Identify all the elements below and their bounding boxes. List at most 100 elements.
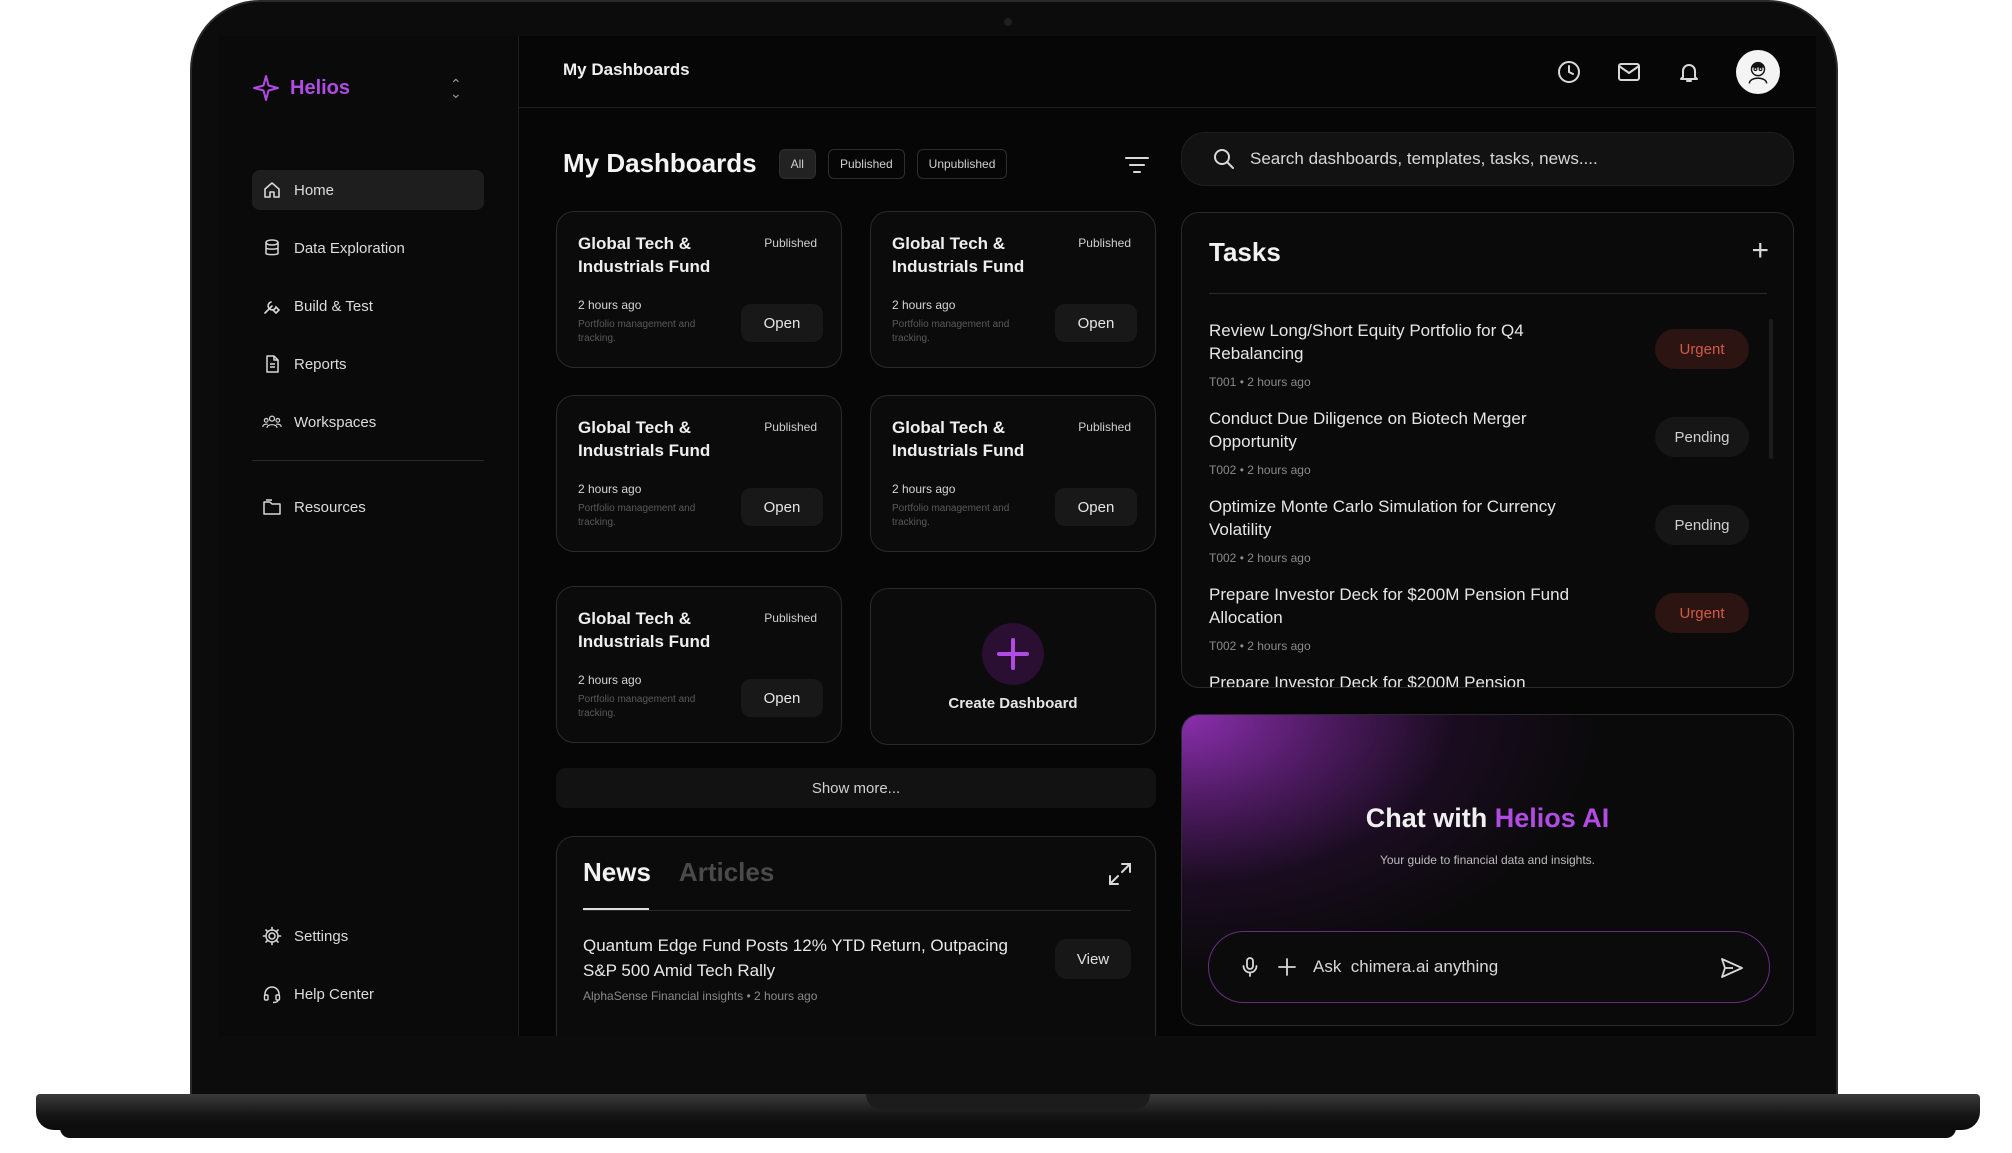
card-title: Global Tech & Industrials Fund xyxy=(578,418,711,460)
tab-news[interactable]: News xyxy=(583,857,651,904)
avatar[interactable] xyxy=(1736,50,1780,94)
gear-icon xyxy=(262,926,282,946)
dashboard-card[interactable]: Global Tech & Industrials Fund Published… xyxy=(556,211,842,368)
task-time: 2 hours ago xyxy=(1247,375,1311,389)
status-badge: Pending xyxy=(1655,505,1749,545)
dashboard-card[interactable]: Global Tech & Industrials Fund Published… xyxy=(870,395,1156,552)
chat-title-prefix: Chat with xyxy=(1365,803,1488,833)
dashboards-header: My Dashboards All Published Unpublished xyxy=(563,148,1008,179)
sidebar-item-data-exploration[interactable]: Data Exploration xyxy=(252,228,484,268)
filter-unpublished[interactable]: Unpublished xyxy=(916,148,1008,179)
card-description: Portfolio management and tracking. xyxy=(578,319,696,344)
laptop-base-lip xyxy=(60,1128,1956,1138)
chat-title-accent: Helios AI xyxy=(1494,803,1610,833)
sidebar-bottom: Settings Help Center xyxy=(252,916,484,1032)
brand[interactable]: Helios xyxy=(252,74,350,102)
sidebar-item-label: Resources xyxy=(294,498,366,516)
open-button[interactable]: Open xyxy=(1055,488,1137,526)
create-dashboard-card[interactable]: Create Dashboard xyxy=(870,588,1156,745)
card-title: Global Tech & Industrials Fund xyxy=(892,418,1025,460)
expand-icon[interactable] xyxy=(1107,861,1133,887)
sidebar-item-label: Help Center xyxy=(294,985,375,1003)
mail-icon[interactable] xyxy=(1616,59,1642,85)
headset-icon xyxy=(263,986,281,1004)
card-title: Global Tech & Industrials Fund xyxy=(892,234,1025,276)
sidebar-item-label: Workspaces xyxy=(294,413,377,431)
news-meta: AlphaSense Financial insights • 2 hours … xyxy=(583,989,817,1003)
dashboard-card[interactable]: Global Tech & Industrials Fund Published… xyxy=(870,211,1156,368)
card-description: Portfolio management and tracking. xyxy=(892,319,1010,344)
status-badge: Urgent xyxy=(1655,329,1749,369)
sidebar-item-resources[interactable]: Resources xyxy=(252,487,484,527)
workspace-switcher-icon[interactable]: ⌃ ⌄ xyxy=(450,77,462,100)
task-item[interactable]: Prepare Investor Deck for $200M Pension xyxy=(1209,671,1749,687)
sidebar-item-home[interactable]: Home xyxy=(252,170,484,210)
plus-icon[interactable] xyxy=(1277,957,1297,977)
show-more-button[interactable]: Show more... xyxy=(556,768,1156,808)
wrench-icon xyxy=(264,301,281,315)
card-time: 2 hours ago xyxy=(892,482,956,496)
filter-published[interactable]: Published xyxy=(827,148,905,179)
task-id: T002 xyxy=(1209,639,1237,653)
microphone-icon[interactable] xyxy=(1239,956,1261,978)
card-status: Published xyxy=(1078,236,1131,250)
open-button[interactable]: Open xyxy=(741,488,823,526)
dashboard-card[interactable]: Global Tech & Industrials Fund Published… xyxy=(556,395,842,552)
view-button[interactable]: View xyxy=(1055,939,1131,979)
sidebar-item-build-test[interactable]: Build & Test xyxy=(252,286,484,326)
add-task-icon[interactable]: + xyxy=(1751,236,1769,266)
dashboards-title: My Dashboards xyxy=(563,148,757,178)
card-status: Published xyxy=(764,236,817,250)
task-time: 2 hours ago xyxy=(1247,551,1311,565)
news-time: 2 hours ago xyxy=(754,989,818,1003)
sort-filter-icon[interactable] xyxy=(1124,154,1150,176)
tab-articles[interactable]: Articles xyxy=(679,857,774,904)
card-status: Published xyxy=(1078,420,1131,434)
task-id: T001 xyxy=(1209,375,1237,389)
sidebar-item-label: Data Exploration xyxy=(294,239,405,257)
task-item[interactable]: Optimize Monte Carlo Simulation for Curr… xyxy=(1209,495,1749,583)
task-item[interactable]: Review Long/Short Equity Portfolio for Q… xyxy=(1209,319,1749,407)
task-item[interactable]: Prepare Investor Deck for $200M Pension … xyxy=(1209,583,1749,671)
task-time: 2 hours ago xyxy=(1247,639,1311,653)
filter-all[interactable]: All xyxy=(778,148,816,179)
news-divider xyxy=(583,910,1131,911)
plus-icon xyxy=(982,623,1044,685)
chat-input-bar[interactable] xyxy=(1208,931,1770,1003)
search-bar[interactable] xyxy=(1181,132,1794,186)
sidebar-item-workspaces[interactable]: Workspaces xyxy=(252,402,484,442)
tasks-panel: Tasks + Review Long/Short Equity Portfol… xyxy=(1181,212,1794,688)
chat-title: Chat with Helios AI xyxy=(1182,803,1793,834)
task-item[interactable]: Conduct Due Diligence on Biotech Merger … xyxy=(1209,407,1749,495)
sidebar-item-help-center[interactable]: Help Center xyxy=(252,974,484,1014)
brand-name: Helios xyxy=(290,76,351,99)
news-source: AlphaSense Financial insights xyxy=(583,989,744,1003)
chat-input[interactable] xyxy=(1313,957,1693,977)
task-meta: T002 • 2 hours ago xyxy=(1209,639,1311,653)
task-id: T002 xyxy=(1209,463,1237,477)
sidebar-item-settings[interactable]: Settings xyxy=(252,916,484,956)
dashboard-card[interactable]: Global Tech & Industrials Fund Published… xyxy=(556,586,842,743)
open-button[interactable]: Open xyxy=(1055,304,1137,342)
bell-icon[interactable] xyxy=(1676,59,1702,85)
open-button[interactable]: Open xyxy=(741,304,823,342)
clock-icon[interactable] xyxy=(1556,59,1582,85)
sidebar-nav: Home Data Exploration Build & Test Repor… xyxy=(252,170,484,545)
card-title: Global Tech & Industrials Fund xyxy=(578,234,711,276)
search-input[interactable] xyxy=(1250,149,1770,169)
topbar: My Dashboards xyxy=(519,36,1816,108)
document-icon xyxy=(266,355,279,373)
task-time: 2 hours ago xyxy=(1247,463,1311,477)
sidebar: Helios ⌃ ⌄ Home Data Exploration Build & … xyxy=(218,36,519,1036)
active-tab-indicator xyxy=(583,908,649,910)
news-headline[interactable]: Quantum Edge Fund Posts 12% YTD Return, … xyxy=(583,933,1023,983)
send-icon[interactable] xyxy=(1719,956,1745,980)
card-status: Published xyxy=(764,611,817,625)
card-time: 2 hours ago xyxy=(578,673,642,687)
tasks-scrollbar[interactable] xyxy=(1769,319,1773,459)
page-title: My Dashboards xyxy=(563,60,690,79)
card-description: Portfolio management and tracking. xyxy=(578,503,696,528)
sidebar-item-reports[interactable]: Reports xyxy=(252,344,484,384)
open-button[interactable]: Open xyxy=(741,679,823,717)
task-title: Conduct Due Diligence on Biotech Merger … xyxy=(1209,409,1527,451)
